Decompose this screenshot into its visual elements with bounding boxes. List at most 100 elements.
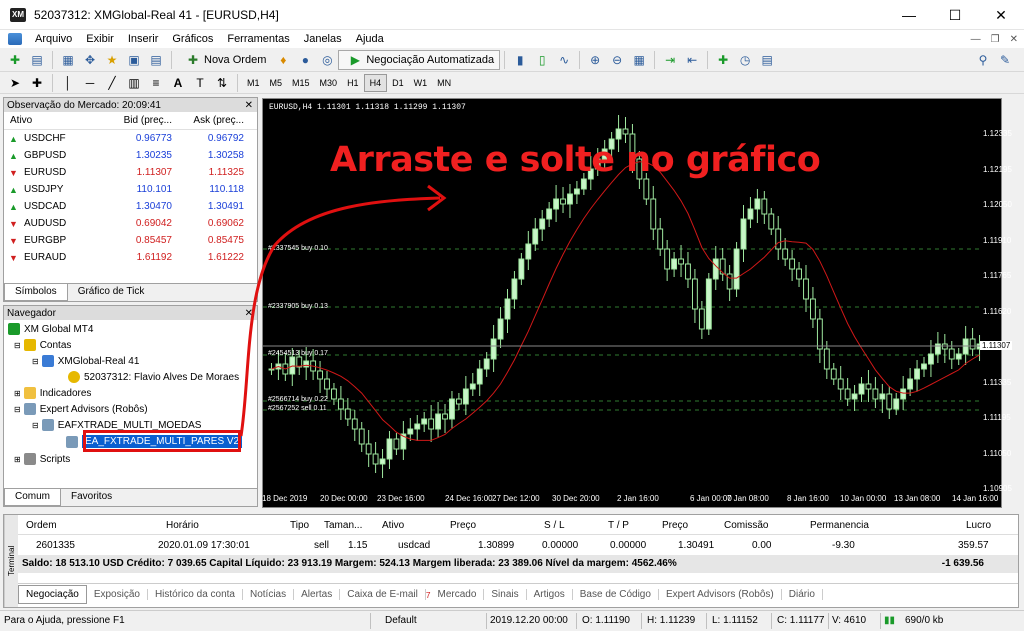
col-header[interactable]: Tipo: [290, 520, 309, 531]
zoom-out-icon[interactable]: ⊖: [608, 51, 626, 69]
data-window-icon[interactable]: ✥: [81, 51, 99, 69]
col-header[interactable]: Preço: [662, 520, 688, 531]
terminal-tab[interactable]: Sinais: [484, 589, 527, 600]
metaeditor-icon[interactable]: ♦: [274, 51, 292, 69]
cursor-icon[interactable]: ➤: [6, 74, 24, 92]
channel-icon[interactable]: ▥: [125, 74, 143, 92]
periods-icon[interactable]: ◷: [736, 51, 754, 69]
menu-ferramentas[interactable]: Ferramentas: [220, 33, 296, 45]
new-order-button[interactable]: ✚ Nova Ordem: [176, 50, 272, 70]
list-item[interactable]: ▼ EURGBP 0.85457 0.85475: [4, 232, 257, 249]
terminal-tab[interactable]: Caixa de E-mail: [340, 589, 426, 600]
tf-h1[interactable]: H1: [342, 74, 364, 92]
col-header[interactable]: T / P: [608, 520, 629, 531]
menu-janelas[interactable]: Janelas: [297, 33, 349, 45]
col-header[interactable]: Taman...: [324, 520, 362, 531]
tab-simbolos[interactable]: Símbolos: [4, 284, 68, 301]
col-header[interactable]: Preço: [450, 520, 476, 531]
market-watch-icon[interactable]: ▦: [59, 51, 77, 69]
tf-d1[interactable]: D1: [387, 74, 409, 92]
close-icon[interactable]: ✕: [245, 308, 257, 319]
nav-experts[interactable]: ⊟ Expert Advisors (Robôs): [14, 403, 148, 415]
menu-inserir[interactable]: Inserir: [121, 33, 166, 45]
close-icon[interactable]: ✕: [245, 100, 257, 111]
chat-icon[interactable]: ✎: [996, 51, 1014, 69]
list-item[interactable]: ▲ USDCAD 1.30470 1.30491: [4, 198, 257, 215]
chart-shift-icon[interactable]: ⇤: [683, 51, 701, 69]
auto-scroll-icon[interactable]: ⇥: [661, 51, 679, 69]
new-chart-icon[interactable]: ✚: [6, 51, 24, 69]
arrows-icon[interactable]: ⇅: [213, 74, 231, 92]
terminal-tab[interactable]: Exposição: [87, 589, 148, 600]
col-symbol[interactable]: Ativo: [4, 115, 99, 126]
minimize-button[interactable]: —: [886, 0, 932, 30]
chart-window-icon[interactable]: [8, 33, 22, 45]
menu-ajuda[interactable]: Ajuda: [349, 33, 391, 45]
search-icon[interactable]: ⚲: [974, 51, 992, 69]
text-icon[interactable]: A: [169, 74, 187, 92]
col-header[interactable]: Lucro: [966, 520, 991, 531]
navigator-icon[interactable]: ★: [103, 51, 121, 69]
mdi-restore-button[interactable]: ❐: [991, 34, 1000, 45]
line-chart-icon[interactable]: ∿: [555, 51, 573, 69]
maximize-button[interactable]: ☐: [932, 0, 978, 30]
terminal-tab[interactable]: Diário: [782, 589, 823, 600]
list-item[interactable]: ▲ USDCHF 0.96773 0.96792: [4, 130, 257, 147]
tile-windows-icon[interactable]: ▦: [630, 51, 648, 69]
bar-chart-icon[interactable]: ▮: [511, 51, 529, 69]
market-icon[interactable]: ◎: [318, 51, 336, 69]
col-header[interactable]: Permanencia: [810, 520, 869, 531]
zoom-in-icon[interactable]: ⊕: [586, 51, 604, 69]
vertical-line-icon[interactable]: │: [59, 74, 77, 92]
mdi-minimize-button[interactable]: —: [971, 34, 981, 45]
menu-graficos[interactable]: Gráficos: [165, 33, 220, 45]
menu-exibir[interactable]: Exibir: [79, 33, 121, 45]
list-item[interactable]: ▼ EURUSD 1.11307 1.11325: [4, 164, 257, 181]
candlestick-icon[interactable]: ▯: [533, 51, 551, 69]
col-header[interactable]: S / L: [544, 520, 565, 531]
terminal-icon[interactable]: ▣: [125, 51, 143, 69]
templates-icon[interactable]: ▤: [758, 51, 776, 69]
profiles-icon[interactable]: ▤: [28, 51, 46, 69]
nav-scripts[interactable]: ⊞ Scripts: [14, 453, 70, 465]
list-item[interactable]: ▼ EURAUD 1.61192 1.61222: [4, 249, 257, 266]
tf-m15[interactable]: M15: [287, 74, 315, 92]
terminal-tab[interactable]: Artigos: [527, 589, 573, 600]
fibonacci-icon[interactable]: ≡: [147, 74, 165, 92]
text-label-icon[interactable]: T: [191, 74, 209, 92]
list-item[interactable]: ▲ GBPUSD 1.30235 1.30258: [4, 147, 257, 164]
auto-trading-button[interactable]: ▶ Negociação Automatizada: [338, 49, 501, 70]
nav-account[interactable]: 52037312: Flavio Alves De Moraes: [68, 371, 239, 383]
trendline-icon[interactable]: ╱: [103, 74, 121, 92]
terminal-tab[interactable]: Negociação: [18, 585, 87, 604]
tab-favoritos[interactable]: Favoritos: [61, 489, 122, 506]
tf-mn[interactable]: MN: [432, 74, 456, 92]
signals-icon[interactable]: ●: [296, 51, 314, 69]
col-ask[interactable]: Ask (preç...: [172, 115, 244, 126]
nav-indicators[interactable]: ⊞ Indicadores: [14, 387, 91, 399]
tab-grafico-tick[interactable]: Gráfico de Tick: [68, 284, 155, 301]
horizontal-line-icon[interactable]: ─: [81, 74, 99, 92]
nav-accounts[interactable]: ⊟ Contas: [14, 339, 71, 351]
nav-root[interactable]: XM Global MT4: [8, 323, 93, 335]
terminal-tab[interactable]: Mercado: [430, 589, 485, 600]
tf-h4[interactable]: H4: [363, 73, 388, 92]
tester-icon[interactable]: ▤: [147, 51, 165, 69]
menu-arquivo[interactable]: Arquivo: [28, 33, 79, 45]
indicators-icon[interactable]: ✚: [714, 51, 732, 69]
col-header[interactable]: Horário: [166, 520, 199, 531]
list-item[interactable]: ▲ USDJPY 110.101 110.118: [4, 181, 257, 198]
tf-m1[interactable]: M1: [242, 74, 265, 92]
tab-comum[interactable]: Comum: [4, 489, 62, 506]
terminal-tab[interactable]: Alertas: [294, 589, 341, 600]
list-item[interactable]: ▼ AUDUSD 0.69042 0.69062: [4, 215, 257, 232]
table-row[interactable]: 2601335 2020.01.09 17:30:01 sell 1.15 usdcad…: [18, 537, 1018, 555]
tf-m30[interactable]: M30: [315, 74, 343, 92]
terminal-tab[interactable]: Histórico da conta: [148, 589, 243, 600]
terminal-tab[interactable]: Base de Código: [573, 589, 659, 600]
terminal-tab[interactable]: Notícias: [243, 589, 295, 600]
col-header[interactable]: Ordem: [26, 520, 57, 531]
col-bid[interactable]: Bid (preç...: [99, 115, 172, 126]
tf-w1[interactable]: W1: [409, 74, 433, 92]
tf-m5[interactable]: M5: [265, 74, 288, 92]
